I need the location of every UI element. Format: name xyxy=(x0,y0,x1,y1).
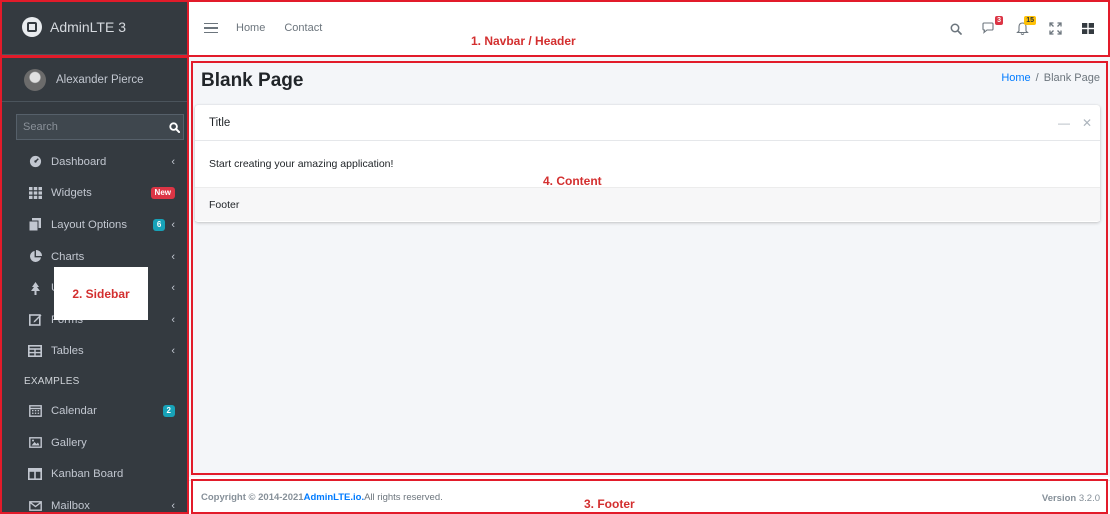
footer-version: Version 3.2.0 xyxy=(1042,493,1100,504)
page-title: Blank Page xyxy=(201,70,304,91)
content-card: Title — ✕ Start creating your amazing ap… xyxy=(195,105,1100,222)
tree-icon xyxy=(28,281,42,295)
close-icon[interactable]: ✕ xyxy=(1082,116,1092,130)
calendar-icon xyxy=(28,404,42,418)
content-annotation-label: 4. Content xyxy=(543,174,602,188)
sidebar-item-gallery[interactable]: Gallery xyxy=(0,427,187,459)
sidebar-section-header: EXAMPLES xyxy=(24,375,80,387)
breadcrumb-current: Blank Page xyxy=(1043,72,1100,84)
copy-icon xyxy=(28,218,42,232)
breadcrumb-home-link[interactable]: Home xyxy=(1001,72,1030,84)
chevron-left-icon: ‹ xyxy=(171,313,175,326)
version-number: 3.2.0 xyxy=(1078,493,1100,504)
footer-brand-link[interactable]: AdminLTE.io. xyxy=(304,492,365,503)
pie-chart-icon xyxy=(28,250,42,264)
chevron-left-icon: ‹ xyxy=(171,499,175,512)
th-large-icon xyxy=(1082,23,1094,34)
main-sidebar: AdminLTE 3 Alexander Pierce Dashboard ‹ … xyxy=(0,0,187,514)
user-avatar xyxy=(24,68,46,91)
sidebar-item-mailbox[interactable]: Mailbox ‹ xyxy=(0,490,187,514)
brand-link[interactable]: AdminLTE 3 xyxy=(0,0,187,55)
notifications-dropdown[interactable]: 15 xyxy=(1014,15,1036,37)
chevron-left-icon: ‹ xyxy=(171,282,175,295)
navbar-annotation-label: 1. Navbar / Header xyxy=(471,34,576,48)
breadcrumb-separator: / xyxy=(1035,72,1039,84)
breadcrumb: Home / Blank Page xyxy=(1001,72,1100,84)
widgets-grid-icon xyxy=(28,186,42,200)
card-body: Start creating your amazing application! xyxy=(209,158,394,170)
search-icon xyxy=(950,23,962,35)
search-icon xyxy=(168,121,180,133)
expand-arrows-icon xyxy=(1048,22,1062,35)
card-footer: Footer xyxy=(195,187,1100,221)
control-sidebar-button[interactable] xyxy=(1080,21,1096,37)
sidebar-menu: Dashboard ‹ Widgets New Layout Options 6… xyxy=(0,146,187,514)
layout-count-badge: 6 xyxy=(152,218,166,231)
chevron-left-icon: ‹ xyxy=(171,250,175,263)
card-tools: — ✕ xyxy=(1058,116,1092,130)
sidebar-item-widgets[interactable]: Widgets New xyxy=(0,178,187,210)
nav-link-contact[interactable]: Contact xyxy=(284,22,322,34)
fullscreen-button[interactable] xyxy=(1047,21,1063,37)
footer-copyright: Copyright © 2014-2021 xyxy=(201,492,304,503)
sidebar-item-tables[interactable]: Tables ‹ xyxy=(0,336,187,368)
chevron-left-icon: ‹ xyxy=(171,155,175,168)
main-navbar: Home Contact 3 15 xyxy=(187,0,1110,57)
main-footer: Copyright © 2014-2021 AdminLTE.io. All r… xyxy=(187,480,1110,514)
footer-annotation-label: 3. Footer xyxy=(584,497,635,511)
sidebar-item-kanban-board[interactable]: Kanban Board xyxy=(0,458,187,490)
messages-dropdown[interactable]: 3 xyxy=(981,15,1003,37)
image-icon xyxy=(28,436,42,450)
sidebar-item-layout-options[interactable]: Layout Options 6 ‹ xyxy=(0,209,187,241)
columns-icon xyxy=(28,467,42,481)
brand-text: AdminLTE 3 xyxy=(50,19,126,35)
sidebar-item-dashboard[interactable]: Dashboard ‹ xyxy=(0,146,187,178)
navbar-search-button[interactable] xyxy=(948,21,964,37)
calendar-count-badge: 2 xyxy=(162,404,175,417)
menu-toggle-icon[interactable] xyxy=(204,22,218,34)
footer-rights: All rights reserved. xyxy=(364,492,443,503)
user-name[interactable]: Alexander Pierce xyxy=(56,74,144,86)
card-header: Title — ✕ xyxy=(195,105,1100,141)
chevron-left-icon: ‹ xyxy=(171,218,175,231)
brand-logo-icon xyxy=(22,17,42,37)
user-panel[interactable]: Alexander Pierce xyxy=(0,58,187,102)
notifications-badge: 15 xyxy=(1024,15,1036,25)
sidebar-item-calendar[interactable]: Calendar 2 xyxy=(0,395,187,427)
sidebar-annotation-label: 2. Sidebar xyxy=(54,267,148,320)
sidebar-search xyxy=(16,114,184,140)
sidebar-search-button[interactable] xyxy=(165,114,184,140)
envelope-icon xyxy=(28,499,42,513)
card-title: Title xyxy=(209,116,231,129)
nav-link-home[interactable]: Home xyxy=(236,22,265,34)
collapse-minus-icon[interactable]: — xyxy=(1058,116,1070,130)
table-icon xyxy=(28,344,42,358)
edit-icon xyxy=(28,313,42,327)
navbar-right-menu: 3 15 xyxy=(948,0,1096,57)
dashboard-icon xyxy=(28,155,42,169)
messages-badge: 3 xyxy=(995,15,1003,25)
sidebar-search-input[interactable] xyxy=(16,114,165,140)
chevron-left-icon: ‹ xyxy=(171,345,175,358)
version-label: Version xyxy=(1041,493,1077,504)
new-badge: New xyxy=(150,187,175,200)
content-wrapper: Blank Page Home / Blank Page Title — ✕ Sta… xyxy=(187,57,1110,477)
